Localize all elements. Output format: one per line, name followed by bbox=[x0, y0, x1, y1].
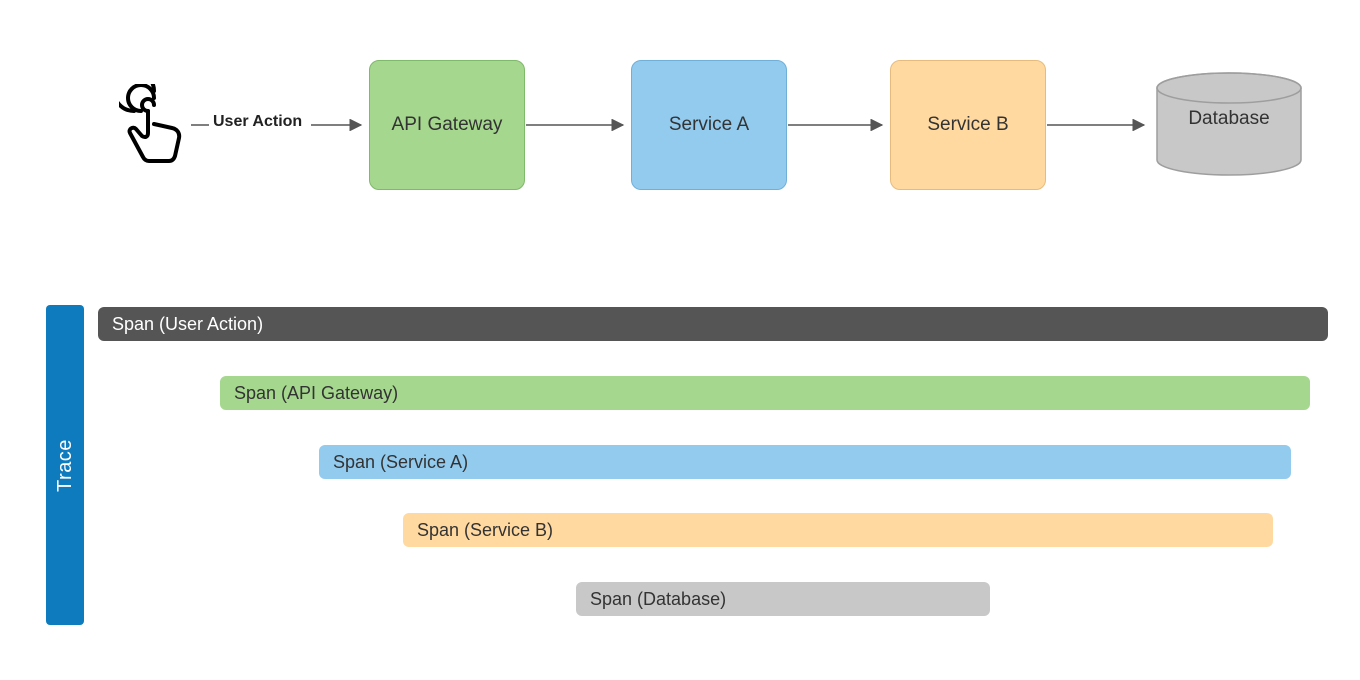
span-user-action: Span (User Action) bbox=[98, 307, 1328, 341]
span-service-b: Span (Service B) bbox=[403, 513, 1273, 547]
span-service-a: Span (Service A) bbox=[319, 445, 1291, 479]
span-database: Span (Database) bbox=[576, 582, 990, 616]
span-service-b-label: Span (Service B) bbox=[417, 520, 553, 541]
arrow-user-to-api bbox=[191, 119, 367, 131]
span-service-a-label: Span (Service A) bbox=[333, 452, 468, 473]
trace-label: Trace bbox=[54, 439, 77, 492]
api-gateway-label: API Gateway bbox=[392, 114, 503, 136]
span-database-label: Span (Database) bbox=[590, 589, 726, 610]
arrow-service-a-to-b bbox=[788, 119, 888, 131]
api-gateway-node: API Gateway bbox=[369, 60, 525, 190]
trace-label-container: Trace bbox=[46, 305, 84, 625]
service-b-label: Service B bbox=[927, 114, 1008, 136]
arrow-api-to-service-a bbox=[526, 119, 629, 131]
span-api-gateway: Span (API Gateway) bbox=[220, 376, 1310, 410]
service-a-label: Service A bbox=[669, 114, 749, 136]
service-b-node: Service B bbox=[890, 60, 1046, 190]
touch-icon bbox=[119, 84, 189, 169]
span-api-gateway-label: Span (API Gateway) bbox=[234, 383, 398, 404]
span-user-action-label: Span (User Action) bbox=[112, 314, 263, 335]
database-label: Database bbox=[1152, 108, 1306, 130]
service-a-node: Service A bbox=[631, 60, 787, 190]
arrow-service-b-to-db bbox=[1047, 119, 1150, 131]
